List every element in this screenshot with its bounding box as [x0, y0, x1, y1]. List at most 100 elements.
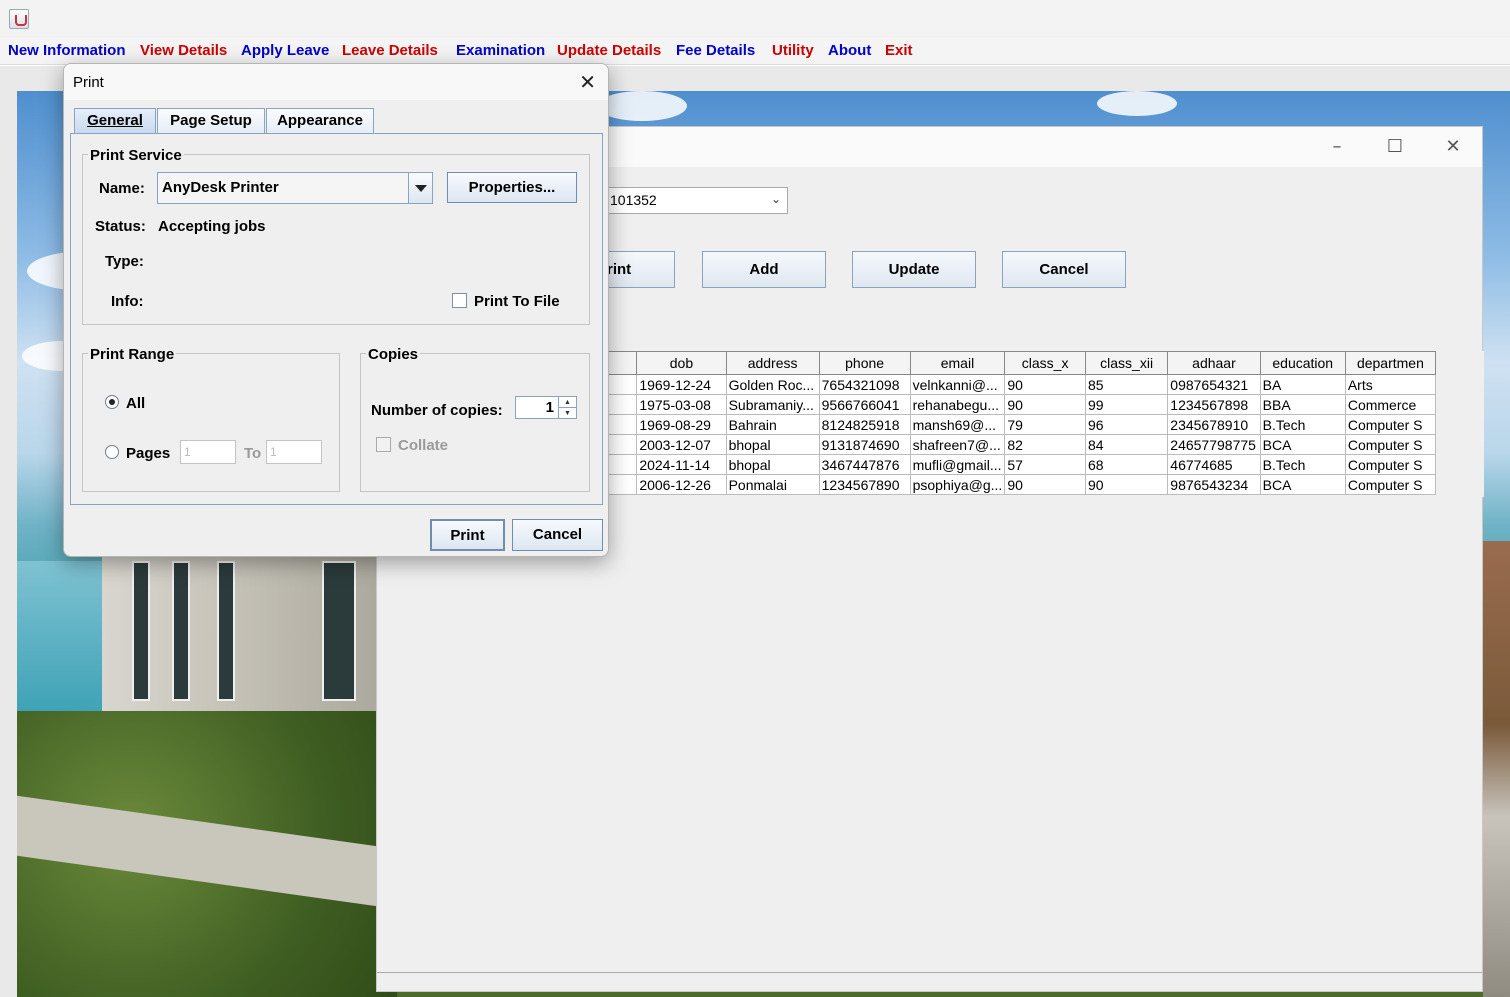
column-header[interactable]: email: [909, 351, 1006, 375]
tab-general[interactable]: General: [74, 108, 156, 133]
table-cell[interactable]: BCA: [1259, 434, 1346, 455]
table-cell[interactable]: Subramaniy...: [725, 394, 820, 415]
menu-about[interactable]: About: [828, 42, 871, 59]
table-cell[interactable]: 84: [1084, 434, 1169, 455]
employee-id-combo[interactable]: 101352 ⌄: [603, 187, 788, 214]
collate-checkbox[interactable]: [376, 437, 391, 452]
table-cell[interactable]: 2006-12-26: [636, 474, 727, 495]
table-cell[interactable]: 90: [1004, 374, 1086, 395]
table-cell[interactable]: B.Tech: [1259, 454, 1346, 475]
table-cell[interactable]: 3467447876: [818, 454, 911, 475]
properties-button[interactable]: Properties...: [447, 172, 577, 203]
table-row[interactable]: 32003-12-07bhopal9131874690shafreen7@...…: [606, 434, 1437, 455]
menu-exit[interactable]: Exit: [885, 42, 913, 59]
table-cell[interactable]: 2024-11-14: [636, 454, 727, 475]
table-cell[interactable]: 68: [1084, 454, 1169, 475]
table-cell[interactable]: mansh69@...: [909, 414, 1006, 435]
pages-radio[interactable]: [105, 445, 119, 459]
update-button[interactable]: Update: [852, 251, 976, 288]
table-cell[interactable]: bhopal: [725, 454, 820, 475]
maximize-icon[interactable]: ☐: [1385, 137, 1405, 157]
table-cell[interactable]: 79: [1004, 414, 1086, 435]
column-header[interactable]: address: [725, 351, 820, 375]
menu-examination[interactable]: Examination: [456, 42, 545, 59]
table-cell[interactable]: 24657798775: [1167, 434, 1261, 455]
menu-update-details[interactable]: Update Details: [557, 42, 661, 59]
column-header[interactable]: departmen: [1344, 351, 1437, 375]
table-cell[interactable]: 1975-03-08: [636, 394, 727, 415]
menu-utility[interactable]: Utility: [772, 42, 814, 59]
close-icon[interactable]: ✕: [1443, 137, 1463, 157]
table-cell[interactable]: 90: [1004, 394, 1086, 415]
tab-appearance[interactable]: Appearance: [266, 108, 374, 133]
table-cell[interactable]: bhopal: [725, 434, 820, 455]
menu-fee-details[interactable]: Fee Details: [676, 42, 755, 59]
table-cell[interactable]: 57: [1004, 454, 1086, 475]
table-cell[interactable]: Computer S: [1344, 434, 1437, 455]
table-cell[interactable]: Golden Roc...: [725, 374, 820, 395]
printer-name-combo[interactable]: AnyDesk Printer: [157, 172, 433, 204]
pages-from-input[interactable]: 1: [180, 440, 236, 464]
table-cell[interactable]: 1969-12-24: [636, 374, 727, 395]
dialog-print-button[interactable]: Print: [430, 519, 505, 551]
table-cell[interactable]: Bahrain: [725, 414, 820, 435]
table-row[interactable]: 342024-11-14bhopal3467447876mufli@gmail.…: [606, 454, 1437, 475]
table-cell[interactable]: 85: [1084, 374, 1169, 395]
table-cell[interactable]: Computer S: [1344, 414, 1437, 435]
table-cell[interactable]: 8124825918: [818, 414, 911, 435]
table-cell[interactable]: mufli@gmail...: [909, 454, 1006, 475]
dropdown-arrow-icon[interactable]: [408, 173, 432, 203]
table-cell[interactable]: 2345678910: [1167, 414, 1261, 435]
tab-page-setup[interactable]: Page Setup: [157, 108, 265, 133]
table-cell[interactable]: 32: [606, 394, 638, 415]
table-cell[interactable]: Ponmalai: [725, 474, 820, 495]
table-cell[interactable]: Computer S: [1344, 454, 1437, 475]
menu-new-information[interactable]: New Information: [8, 42, 126, 59]
menu-view-details[interactable]: View Details: [140, 42, 227, 59]
table-cell[interactable]: shafreen7@...: [909, 434, 1006, 455]
spinner-down-icon[interactable]: ▼: [558, 408, 576, 419]
menu-apply-leave[interactable]: Apply Leave: [241, 42, 329, 59]
column-header[interactable]: dob: [636, 351, 727, 375]
cancel-button[interactable]: Cancel: [1002, 251, 1126, 288]
table-cell[interactable]: 0987654321: [1167, 374, 1261, 395]
table-cell[interactable]: 2003-12-07: [636, 434, 727, 455]
column-header[interactable]: adhaar: [1167, 351, 1261, 375]
table-cell[interactable]: 1234567898: [1167, 394, 1261, 415]
minimize-icon[interactable]: –: [1327, 137, 1347, 157]
add-button[interactable]: Add: [702, 251, 826, 288]
pages-to-input[interactable]: 1: [266, 440, 322, 464]
table-cell[interactable]: 96: [1084, 414, 1169, 435]
table-cell[interactable]: 34: [606, 454, 638, 475]
table-row[interactable]: 321975-03-08Subramaniy...9566766041rehan…: [606, 394, 1437, 415]
menu-leave-details[interactable]: Leave Details: [342, 42, 438, 59]
table-cell[interactable]: B.Tech: [1259, 414, 1346, 435]
table-cell[interactable]: 1234567890: [818, 474, 911, 495]
table-cell[interactable]: 1969-08-29: [636, 414, 727, 435]
table-cell[interactable]: 90: [1004, 474, 1086, 495]
all-radio[interactable]: [105, 395, 119, 409]
copies-spinner[interactable]: 1 ▲ ▼: [515, 396, 577, 419]
column-header[interactable]: class_x: [1004, 351, 1086, 375]
table-cell[interactable]: Computer S: [1344, 474, 1437, 495]
table-cell[interactable]: Commerce: [1344, 394, 1437, 415]
table-cell[interactable]: 7654321098: [818, 374, 911, 395]
table-row[interactable]: 431969-08-29Bahrain8124825918mansh69@...…: [606, 414, 1437, 435]
column-header[interactable]: class_xii: [1084, 351, 1169, 375]
spinner-up-icon[interactable]: ▲: [558, 397, 576, 408]
table-cell[interactable]: BCA: [1259, 474, 1346, 495]
table-cell[interactable]: 99: [1084, 394, 1169, 415]
table-cell[interactable]: 43: [606, 414, 638, 435]
print-button[interactable]: rint: [603, 251, 675, 288]
column-header[interactable]: pId: [606, 351, 638, 375]
table-cell[interactable]: 9876543234: [1167, 474, 1261, 495]
table-cell[interactable]: 2: [606, 374, 638, 395]
table-cell[interactable]: 3: [606, 434, 638, 455]
table-cell[interactable]: Arts: [1344, 374, 1437, 395]
column-header[interactable]: education: [1259, 351, 1346, 375]
table-cell[interactable]: velnkanni@...: [909, 374, 1006, 395]
table-cell[interactable]: 82: [1004, 434, 1086, 455]
table-cell[interactable]: 46774685: [1167, 454, 1261, 475]
table-cell[interactable]: 9566766041: [818, 394, 911, 415]
table-cell[interactable]: BBA: [1259, 394, 1346, 415]
